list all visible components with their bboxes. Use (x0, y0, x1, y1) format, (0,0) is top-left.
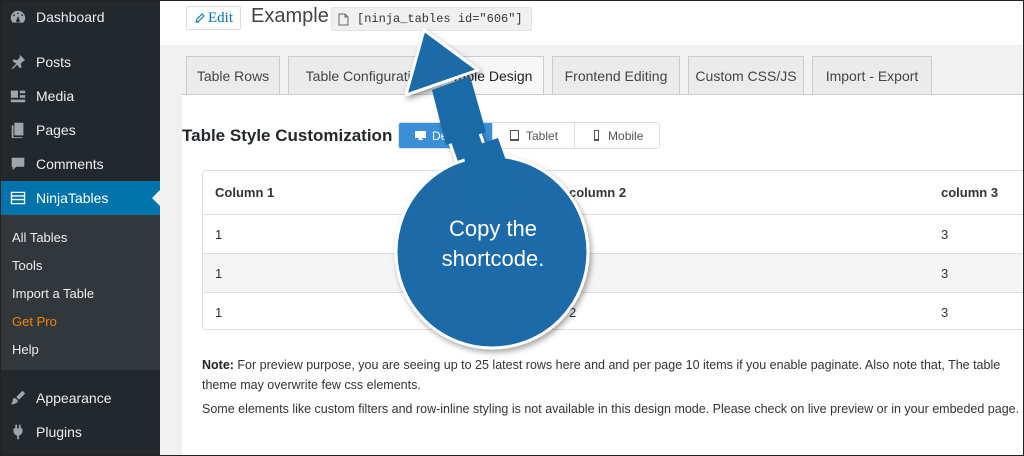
column-header: column 3 (941, 185, 999, 200)
style-customization-title: Table Style Customization (182, 126, 393, 145)
menu-label: Appearance (36, 390, 112, 406)
menu-label: Plugins (36, 424, 82, 440)
tab-table-rows[interactable]: Table Rows (186, 56, 280, 94)
device-label: Mobile (608, 128, 644, 143)
menu-label: NinjaTables (36, 190, 109, 206)
submenu-help[interactable]: Help (12, 342, 39, 357)
menu-label: Pages (36, 122, 76, 138)
menu-item-plugins[interactable]: Plugins (0, 415, 160, 449)
menu-label: Comments (36, 156, 104, 172)
menu-label: Media (36, 88, 75, 104)
table-title: Example (251, 5, 329, 27)
tab-table-design[interactable]: Table Design (440, 56, 544, 94)
submenu-all-tables[interactable]: All Tables (12, 230, 67, 245)
table-header-row: Column 1 column 2 column 3 (203, 171, 1024, 214)
desktop-icon (415, 131, 426, 140)
dashboard-icon (0, 8, 36, 26)
shortcode-copy[interactable]: [ninja_tables id="606"] (331, 7, 532, 31)
main-content: Edit Example [ninja_tables id="606"] Tab… (160, 0, 1024, 456)
tab-table-configuration[interactable]: Table Configuration (288, 56, 444, 94)
mobile-icon (594, 130, 600, 141)
comment-icon (0, 155, 36, 173)
table-cell: 3 (941, 305, 949, 320)
tab-custom-css-js[interactable]: Custom CSS/JS (688, 56, 804, 94)
pencil-icon (195, 13, 205, 23)
menu-item-comments[interactable]: Comments (0, 147, 160, 181)
table-row: 1 2 3 (203, 292, 1024, 329)
copy-icon (338, 13, 349, 25)
table-cell: 1 (215, 227, 223, 242)
column-header: Column 1 (215, 185, 275, 200)
tab-import-export[interactable]: Import - Export (812, 56, 932, 94)
table-cell: 2 (569, 266, 577, 281)
menu-item-appearance[interactable]: Appearance (0, 381, 160, 415)
ninjatables-submenu: All Tables Tools Import a Table Get Pro … (0, 215, 160, 370)
table-cell: 3 (941, 266, 949, 281)
submenu-tools[interactable]: Tools (12, 258, 42, 273)
menu-item-dashboard[interactable]: Dashboard (0, 0, 160, 34)
preview-note: Note: For preview purpose, you are seein… (202, 355, 1024, 395)
edit-title-button[interactable]: Edit (186, 6, 241, 30)
table-cell: 1 (215, 266, 223, 281)
note-label: Note: (202, 358, 234, 372)
menu-item-ninjatables[interactable]: NinjaTables (0, 181, 160, 215)
preview-table: Column 1 column 2 column 3 1 2 3 1 2 3 1… (202, 170, 1024, 330)
device-label: Desktop (431, 128, 476, 143)
menu-label: Dashboard (36, 9, 105, 25)
menu-label: Posts (36, 54, 72, 70)
media-icon (0, 87, 36, 105)
design-panel: Table Style Customization Desktop Tablet… (182, 95, 1024, 456)
table-row: 1 2 3 (203, 214, 1024, 253)
device-label: Tablet (526, 128, 559, 143)
device-mobile-button[interactable]: Mobile (575, 123, 660, 148)
menu-item-pages[interactable]: Pages (0, 113, 160, 147)
column-header: column 2 (569, 185, 627, 200)
table-header-bar: Edit Example [ninja_tables id="606"] (160, 0, 1024, 45)
table-cell: 3 (941, 227, 949, 242)
device-switcher: Desktop Tablet Mobile (398, 122, 661, 149)
menu-item-posts[interactable]: Posts (0, 45, 160, 79)
device-tablet-button[interactable]: Tablet (493, 123, 576, 148)
brush-icon (0, 389, 36, 407)
menu-item-media[interactable]: Media (0, 79, 160, 113)
shortcode-text: [ninja_tables id="606"] (357, 12, 523, 26)
table-cell: 1 (215, 305, 223, 320)
table-cell: 2 (569, 305, 577, 320)
device-desktop-button[interactable]: Desktop (399, 123, 493, 148)
table-row: 1 2 3 (203, 253, 1024, 292)
submenu-get-pro[interactable]: Get Pro (12, 314, 57, 329)
table-cell: 2 (569, 227, 577, 242)
table-icon (0, 189, 36, 207)
pages-icon (0, 121, 36, 139)
edit-label: Edit (208, 9, 233, 26)
pin-icon (0, 53, 36, 71)
tab-frontend-editing[interactable]: Frontend Editing (552, 56, 680, 94)
tablet-icon (510, 130, 519, 141)
design-mode-note: Some elements like custom filters and ro… (202, 402, 1020, 416)
note-text: For preview purpose, you are seeing up t… (202, 358, 1001, 392)
submenu-import-table[interactable]: Import a Table (12, 286, 94, 301)
admin-sidebar: Dashboard Posts Media Pages Comments Nin… (0, 0, 160, 456)
plug-icon (0, 423, 36, 441)
